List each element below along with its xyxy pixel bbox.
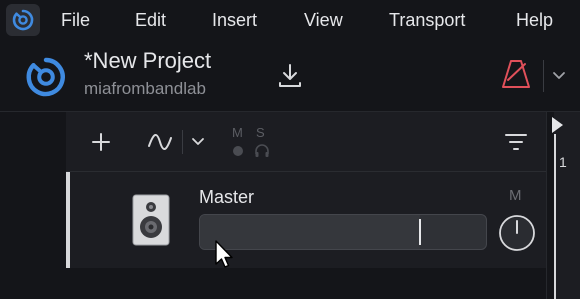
volume-slider[interactable] <box>199 214 487 250</box>
menu-insert[interactable]: Insert <box>212 10 257 30</box>
timeline-ruler[interactable] <box>554 112 580 299</box>
project-header: *New Project miafrombandlab <box>0 40 580 112</box>
mute-all-indicator <box>233 146 243 156</box>
bar-number: 1 <box>559 154 567 170</box>
project-owner: miafrombandlab <box>84 79 206 98</box>
track-toolbar: M S <box>66 112 546 172</box>
project-title[interactable]: *New Project <box>84 48 211 74</box>
metronome-icon[interactable] <box>500 58 532 90</box>
menu-transport[interactable]: Transport <box>389 10 465 30</box>
menu-help[interactable]: Help <box>516 10 553 30</box>
speaker-icon <box>132 194 170 246</box>
bandlab-logo-icon[interactable] <box>24 55 68 99</box>
master-track[interactable]: Master M <box>66 172 546 268</box>
solo-all-label: S <box>256 125 265 140</box>
header-divider <box>543 60 544 92</box>
mouse-cursor-icon <box>215 240 233 268</box>
track-name[interactable]: Master <box>199 187 254 208</box>
volume-slider-handle[interactable] <box>419 219 421 245</box>
menu-bar: File Edit Insert View Transport Help <box>0 0 580 40</box>
menu-file[interactable]: File <box>61 10 90 30</box>
chevron-down-icon[interactable] <box>190 134 206 150</box>
app-menu-button[interactable] <box>6 4 40 36</box>
track-mute-label[interactable]: M <box>509 187 522 204</box>
menu-edit[interactable]: Edit <box>135 10 166 30</box>
track-selection-indicator <box>66 172 70 268</box>
pan-knob[interactable] <box>498 214 536 252</box>
timeline[interactable]: 1 <box>546 112 580 299</box>
playhead-line <box>554 134 556 299</box>
bandlab-logo-icon <box>12 9 34 31</box>
toolbar-divider <box>182 130 183 154</box>
playhead-icon[interactable] <box>550 116 564 134</box>
empty-track-area <box>66 268 546 299</box>
daw-window: File Edit Insert View Transport Help *Ne… <box>0 0 580 299</box>
chevron-down-icon[interactable] <box>551 68 567 84</box>
plus-icon[interactable] <box>90 131 112 153</box>
download-icon[interactable] <box>276 62 304 90</box>
automation-wave-icon[interactable] <box>146 130 174 154</box>
mute-all-label: M <box>232 125 243 140</box>
filter-icon[interactable] <box>504 132 528 152</box>
menu-view[interactable]: View <box>304 10 343 30</box>
headphone-icon <box>255 144 269 157</box>
left-gutter <box>0 112 66 299</box>
